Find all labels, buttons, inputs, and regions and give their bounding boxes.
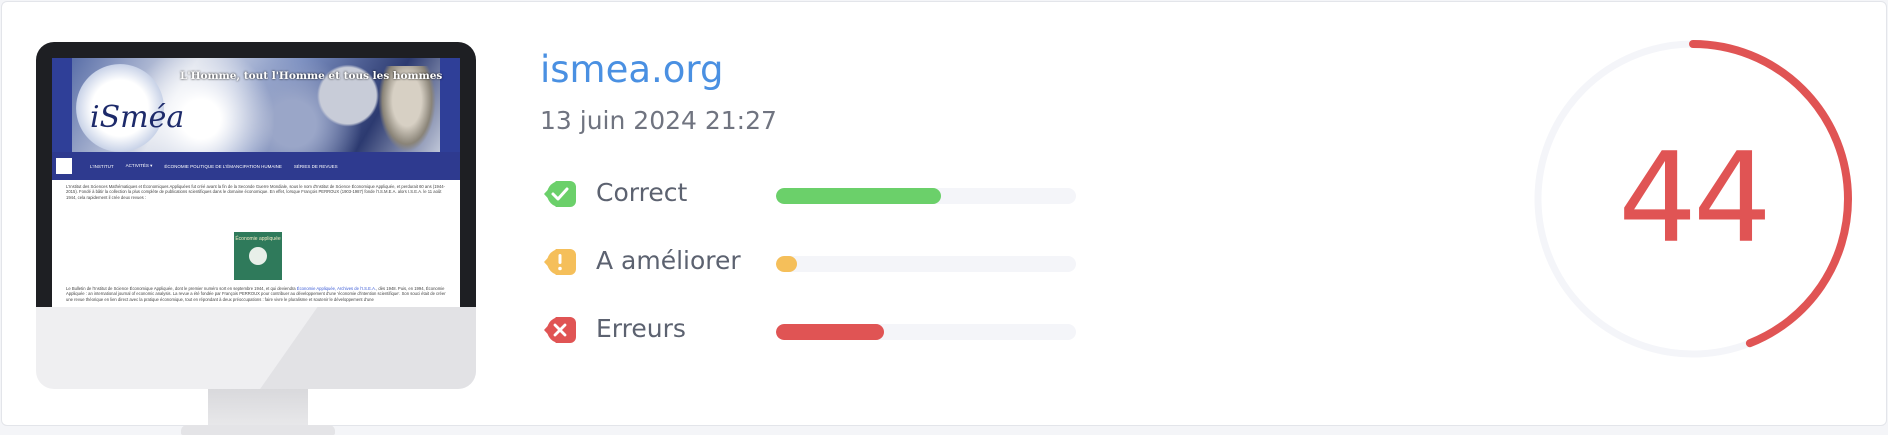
preview-book-cover: Économie appliquée (234, 232, 282, 280)
preview-slogan: L'Homme, tout l'Homme et tous les hommes (180, 70, 443, 82)
analysis-date: 13 juin 2024 21:27 (540, 106, 777, 135)
metric-track (776, 256, 1076, 272)
preview-body-text: L'Institut des Sciences Mathématiques et… (66, 184, 445, 200)
preview-nav-item: ACTIVITÉS ▾ (125, 163, 153, 168)
metric-errors: Erreurs (540, 312, 1080, 348)
site-preview-monitor[interactable]: iSméa L'Homme, tout l'Homme et tous les … (36, 42, 476, 435)
preview-nav-item: L'INSTITUT (90, 163, 114, 169)
monitor-neck (208, 389, 308, 429)
cross-icon (540, 314, 578, 346)
metric-track (776, 188, 1076, 204)
result-card: iSméa L'Homme, tout l'Homme et tous les … (1, 1, 1887, 435)
metric-correct: Correct (540, 176, 1080, 212)
score-value: 44 (1618, 127, 1772, 271)
preview-banner: iSméa L'Homme, tout l'Homme et tous les … (52, 58, 460, 161)
score-gauge: 44 (1532, 38, 1854, 360)
preview-text-a: Le Bulletin de l'Institut de Science Éco… (66, 286, 297, 291)
preview-link: Économie Appliquée, Archives de l'I.S.E.… (296, 286, 377, 291)
monitor-bezel: iSméa L'Homme, tout l'Homme et tous les … (36, 42, 476, 349)
metric-improve: A améliorer (540, 244, 1080, 280)
book-title: Économie appliquée (235, 236, 281, 242)
exclamation-icon (540, 246, 578, 278)
metric-fill (776, 324, 884, 340)
monitor-chin (36, 307, 476, 389)
check-icon (540, 178, 578, 210)
preview-nav-item: ÉCONOMIE POLITIQUE DE L'ÉMANCIPATION HUM… (164, 163, 282, 169)
preview-logo: iSméa (90, 100, 185, 135)
metric-label: Erreurs (596, 314, 686, 343)
metric-track (776, 324, 1076, 340)
metric-fill (776, 256, 797, 272)
preview-nav: L'INSTITUT ACTIVITÉS ▾ ÉCONOMIE POLITIQU… (52, 152, 460, 180)
preview-nav-logo (56, 158, 72, 174)
preview-nav-item: SÉRIES DE REVUES (293, 163, 338, 169)
preview-body-text-2: Le Bulletin de l'Institut de Science Éco… (66, 286, 448, 302)
site-domain-link[interactable]: ismea.org (540, 48, 723, 91)
chin-reflection (254, 307, 476, 389)
metric-fill (776, 188, 941, 204)
site-screenshot: iSméa L'Homme, tout l'Homme et tous les … (52, 58, 460, 307)
book-emblem (249, 247, 267, 265)
metric-label: A améliorer (596, 246, 741, 275)
metric-label: Correct (596, 178, 688, 207)
